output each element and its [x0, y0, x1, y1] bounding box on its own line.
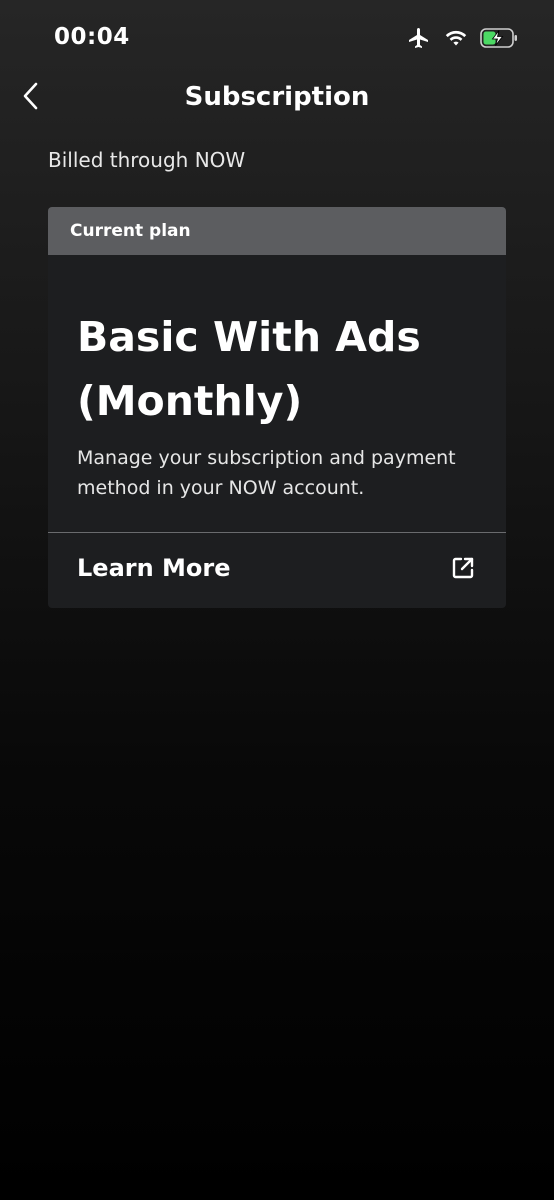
status-time: 00:04 — [54, 24, 130, 50]
battery-charging-icon — [480, 27, 518, 49]
wifi-icon — [444, 28, 468, 48]
plan-card-header: Current plan — [48, 207, 506, 255]
status-bar: 00:04 — [0, 0, 554, 74]
plan-description: Manage your subscription and payment met… — [77, 447, 456, 499]
plan-card-header-label: Current plan — [70, 221, 191, 241]
status-icons — [406, 24, 518, 52]
learn-more-button[interactable]: Learn More — [48, 533, 506, 608]
page-title: Subscription — [184, 82, 370, 112]
airplane-icon — [406, 26, 432, 50]
billed-through-text: Billed through NOW — [48, 148, 246, 172]
current-plan-card: Current plan Basic With Ads (Monthly) Ma… — [48, 207, 506, 608]
plan-name: Basic With Ads (Monthly) — [77, 313, 421, 425]
nav-bar: Subscription — [0, 74, 554, 124]
learn-more-label: Learn More — [77, 554, 231, 582]
external-link-icon — [450, 555, 476, 581]
